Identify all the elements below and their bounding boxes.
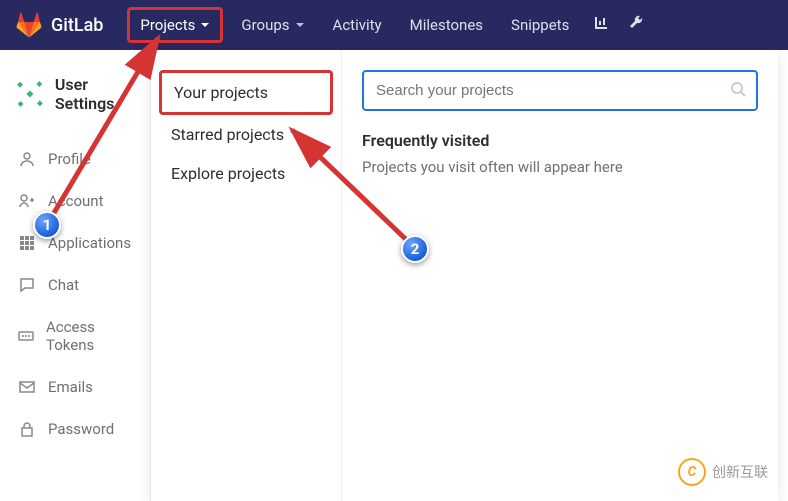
sidebar-item-label: Emails (48, 378, 93, 396)
frequently-visited-text: Projects you visit often will appear her… (362, 158, 758, 176)
chevron-down-icon (200, 20, 210, 30)
sidebar-header: User Settings (0, 65, 150, 123)
user-icon (18, 151, 36, 167)
sidebar-item-emails[interactable]: Emails (0, 366, 150, 408)
nav-wrench-icon[interactable] (619, 5, 655, 45)
top-navbar: GitLab Projects Groups Activity Mileston… (0, 0, 788, 50)
watermark-text: 创新互联 (712, 462, 768, 482)
sidebar-item-tokens[interactable]: Access Tokens (0, 306, 150, 366)
chevron-down-icon (295, 20, 305, 30)
search-icon (730, 81, 746, 101)
mail-icon (18, 379, 36, 395)
dropdown-your-projects[interactable]: Your projects (159, 70, 333, 115)
page-title: User Settings (55, 75, 135, 113)
sidebar-item-password[interactable]: Password (0, 408, 150, 450)
nav-chart-icon[interactable] (583, 5, 619, 45)
nav-activity[interactable]: Activity (319, 6, 396, 44)
lock-icon (18, 421, 36, 437)
dropdown-explore-projects[interactable]: Explore projects (151, 154, 341, 193)
dropdown-starred-projects[interactable]: Starred projects (151, 115, 341, 154)
token-icon (18, 328, 34, 344)
sidebar-items: Profile Account Applications Chat Access… (0, 138, 150, 450)
gitlab-logo-icon (15, 11, 43, 39)
brand-text: GitLab (51, 15, 103, 36)
sidebar-item-profile[interactable]: Profile (0, 138, 150, 180)
apps-icon (18, 235, 36, 251)
nav-projects-label: Projects (140, 16, 195, 34)
sidebar-item-label: Applications (48, 234, 131, 252)
frequently-visited-title: Frequently visited (362, 131, 758, 150)
sidebar-item-label: Password (48, 420, 114, 438)
search-wrapper (362, 70, 758, 111)
watermark: C 创新互联 (678, 458, 768, 486)
nav-groups[interactable]: Groups (227, 6, 318, 44)
dropdown-right-panel: Frequently visited Projects you visit of… (341, 50, 778, 501)
annotation-badge-1: 1 (33, 211, 61, 239)
annotation-badge-2: 2 (401, 235, 429, 263)
brand[interactable]: GitLab (15, 11, 103, 39)
sidebar-item-applications[interactable]: Applications (0, 222, 150, 264)
sidebar-item-label: Profile (48, 150, 91, 168)
account-icon (18, 193, 36, 209)
wrench-icon (629, 15, 645, 31)
dropdown-left-panel: Your projects Starred projects Explore p… (151, 50, 341, 501)
content-area: User Settings Profile Account Applicatio… (0, 50, 788, 501)
chart-icon (593, 15, 609, 31)
projects-dropdown: Your projects Starred projects Explore p… (150, 50, 778, 501)
nav-snippets[interactable]: Snippets (497, 6, 583, 44)
user-avatar-icon (15, 76, 45, 112)
search-input[interactable] (362, 70, 758, 111)
nav-milestones[interactable]: Milestones (396, 6, 497, 44)
sidebar-item-label: Account (48, 192, 104, 210)
watermark-icon: C (678, 458, 706, 486)
nav-groups-label: Groups (241, 16, 289, 34)
nav-projects[interactable]: Projects (127, 7, 223, 43)
sidebar: User Settings Profile Account Applicatio… (0, 50, 150, 501)
sidebar-item-label: Access Tokens (46, 318, 132, 354)
sidebar-item-label: Chat (48, 276, 79, 294)
sidebar-item-chat[interactable]: Chat (0, 264, 150, 306)
sidebar-item-account[interactable]: Account (0, 180, 150, 222)
chat-icon (18, 277, 36, 293)
